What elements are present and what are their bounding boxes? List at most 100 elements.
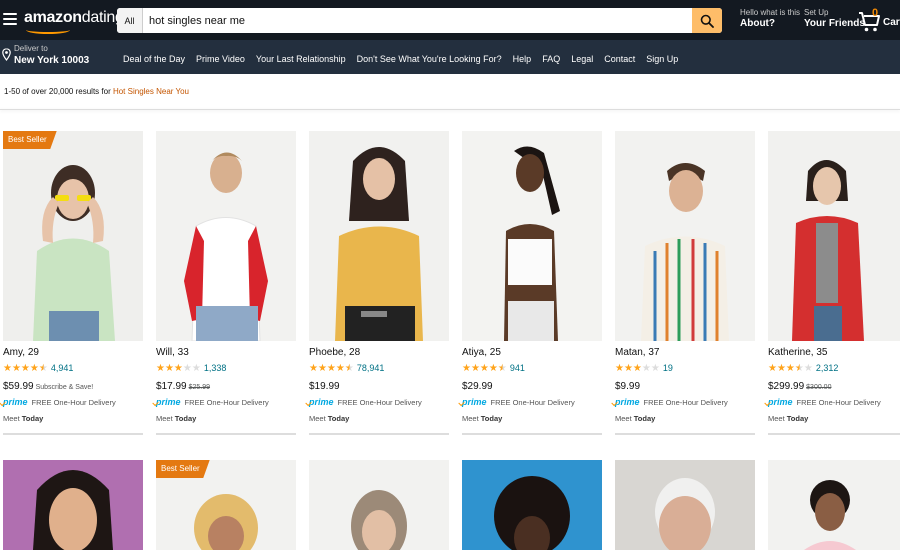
review-count[interactable]: 19 bbox=[663, 363, 673, 373]
card-divider bbox=[615, 433, 755, 435]
nav-links: Deal of the Day Prime Video Your Last Re… bbox=[123, 54, 689, 64]
account-link[interactable]: Hello what is this About? bbox=[740, 8, 800, 30]
profile-name[interactable]: Katherine, 35 bbox=[768, 347, 900, 358]
product-card[interactable]: Atiya, 25 ★★★★★ 941 $29.99 prime FREE One-… bbox=[462, 131, 602, 435]
profile-photo[interactable] bbox=[3, 460, 143, 550]
star-rating-icon: ★★★★★ bbox=[309, 362, 354, 374]
profile-name[interactable]: Phoebe, 28 bbox=[309, 347, 449, 358]
profile-photo[interactable] bbox=[615, 460, 755, 550]
setup-friends-link[interactable]: Set Up Your Friends bbox=[804, 8, 865, 30]
delivery-line: prime FREE One-Hour Delivery bbox=[156, 397, 296, 407]
meet-when: Today bbox=[480, 414, 503, 423]
delivery-text: FREE One-Hour Delivery bbox=[796, 397, 881, 407]
rating[interactable]: ★★★★★ 941 bbox=[462, 362, 602, 374]
product-card[interactable]: Will, 33 ★★★★★ 1,338 $17.99 $25.99 prime FR… bbox=[156, 131, 296, 435]
profile-photo[interactable] bbox=[309, 131, 449, 341]
profile-photo[interactable]: Best Seller bbox=[156, 460, 296, 550]
search-icon bbox=[700, 14, 714, 28]
product-card[interactable] bbox=[3, 460, 143, 550]
meet-label: Meet bbox=[3, 414, 22, 423]
meet-when: Today bbox=[174, 414, 197, 423]
prime-logo-icon: prime bbox=[768, 397, 793, 407]
profile-photo[interactable]: Best Seller bbox=[3, 131, 143, 341]
rating[interactable]: ★★★★★ 2,312 bbox=[768, 362, 900, 374]
deliver-small-label: Deliver to bbox=[14, 44, 48, 53]
review-count[interactable]: 2,312 bbox=[816, 363, 839, 373]
meet-line: Meet Today bbox=[309, 414, 449, 423]
delivery-line: prime FREE One-Hour Delivery bbox=[462, 397, 602, 407]
best-seller-badge: Best Seller bbox=[156, 460, 210, 478]
profile-name[interactable]: Atiya, 25 bbox=[462, 347, 602, 358]
product-card[interactable]: Best Seller Amy, 29 ★★★★★ 4,941 $59.99 Sub… bbox=[3, 131, 143, 435]
rating[interactable]: ★★★★★ 4,941 bbox=[3, 362, 143, 374]
product-card[interactable] bbox=[615, 460, 755, 550]
profile-name[interactable]: Matan, 37 bbox=[615, 347, 755, 358]
meet-line: Meet Today bbox=[156, 414, 296, 423]
logo-brand: amazon bbox=[24, 9, 82, 26]
nav-link-last-relationship[interactable]: Your Last Relationship bbox=[256, 54, 346, 64]
nav-link-contact[interactable]: Contact bbox=[604, 54, 635, 64]
delivery-line: prime FREE One-Hour Delivery bbox=[3, 397, 143, 407]
nav-link-deal-of-the-day[interactable]: Deal of the Day bbox=[123, 54, 185, 64]
nav-link-faq[interactable]: FAQ bbox=[542, 54, 560, 64]
product-card[interactable] bbox=[462, 460, 602, 550]
product-card[interactable]: Katherine, 35 ★★★★★ 2,312 $299.99 $300.00 … bbox=[768, 131, 900, 435]
product-card[interactable]: Phoebe, 28 ★★★★★ 78,941 $19.99 prime FREE … bbox=[309, 131, 449, 435]
divider bbox=[0, 109, 900, 110]
nav-link-dont-see[interactable]: Don't See What You're Looking For? bbox=[357, 54, 502, 64]
card-divider bbox=[462, 433, 602, 435]
nav-link-help[interactable]: Help bbox=[513, 54, 532, 64]
search-category-select[interactable]: All bbox=[117, 8, 143, 33]
meet-label: Meet bbox=[768, 414, 787, 423]
hamburger-icon[interactable] bbox=[3, 13, 17, 25]
setup-big-label: Your Friends bbox=[804, 18, 865, 29]
prime-logo-icon: prime bbox=[3, 397, 28, 407]
nav-link-sign-up[interactable]: Sign Up bbox=[646, 54, 678, 64]
prime-logo-icon: prime bbox=[615, 397, 640, 407]
price: $17.99 bbox=[156, 381, 187, 392]
profile-photo[interactable] bbox=[462, 131, 602, 341]
search-bar: All bbox=[117, 8, 722, 33]
review-count[interactable]: 941 bbox=[510, 363, 525, 373]
profile-name[interactable]: Amy, 29 bbox=[3, 347, 143, 358]
profile-photo[interactable] bbox=[156, 131, 296, 341]
setup-small-label: Set Up bbox=[804, 8, 829, 17]
meet-label: Meet bbox=[156, 414, 175, 423]
profile-name[interactable]: Will, 33 bbox=[156, 347, 296, 358]
review-count[interactable]: 78,941 bbox=[357, 363, 385, 373]
profile-photo[interactable] bbox=[768, 131, 900, 341]
profile-photo[interactable] bbox=[462, 460, 602, 550]
profile-photo[interactable] bbox=[615, 131, 755, 341]
star-rating-icon: ★★★★★ bbox=[462, 362, 507, 374]
product-card[interactable]: Best Seller bbox=[156, 460, 296, 550]
product-card[interactable] bbox=[768, 460, 900, 550]
rating[interactable]: ★★★★★ 19 bbox=[615, 362, 755, 374]
review-count[interactable]: 1,338 bbox=[204, 363, 227, 373]
profile-photo[interactable] bbox=[309, 460, 449, 550]
card-divider bbox=[156, 433, 296, 435]
delivery-line: prime FREE One-Hour Delivery bbox=[309, 397, 449, 407]
meet-line: Meet Today bbox=[615, 414, 755, 423]
product-card[interactable]: Matan, 37 ★★★★★ 19 $9.99 prime FREE One-Ho… bbox=[615, 131, 755, 435]
subscribe-save: Subscribe & Save! bbox=[35, 384, 94, 391]
price: $19.99 bbox=[309, 381, 340, 392]
price-line: $299.99 $300.00 bbox=[768, 381, 900, 392]
nav-link-legal[interactable]: Legal bbox=[571, 54, 593, 64]
review-count[interactable]: 4,941 bbox=[51, 363, 74, 373]
star-rating-icon: ★★★★★ bbox=[768, 362, 813, 374]
price-line: $9.99 bbox=[615, 381, 755, 392]
card-divider bbox=[768, 433, 900, 435]
search-input[interactable] bbox=[143, 8, 692, 33]
product-card[interactable] bbox=[309, 460, 449, 550]
meet-when: Today bbox=[21, 414, 44, 423]
rating[interactable]: ★★★★★ 1,338 bbox=[156, 362, 296, 374]
best-seller-badge: Best Seller bbox=[3, 131, 57, 149]
cart-button[interactable]: 0 Cart bbox=[858, 7, 900, 34]
rating[interactable]: ★★★★★ 78,941 bbox=[309, 362, 449, 374]
delivery-text: FREE One-Hour Delivery bbox=[337, 397, 422, 407]
profile-photo[interactable] bbox=[768, 460, 900, 550]
search-button[interactable] bbox=[692, 8, 722, 33]
nav-link-prime-video[interactable]: Prime Video bbox=[196, 54, 245, 64]
meet-when: Today bbox=[633, 414, 656, 423]
logo[interactable]: amazondating bbox=[24, 9, 124, 34]
